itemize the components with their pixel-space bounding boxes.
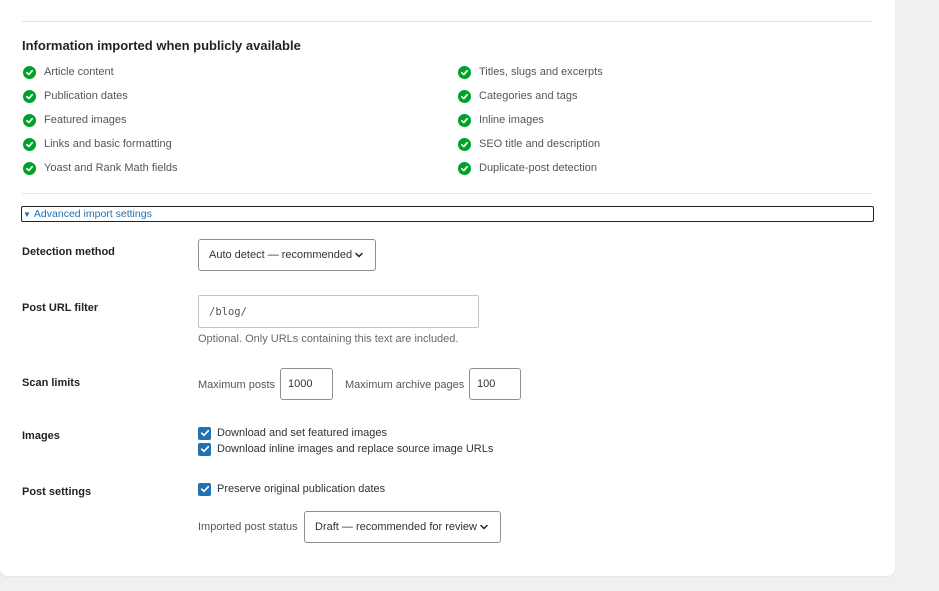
chevron-down-icon: [354, 250, 364, 260]
featured-images-option[interactable]: Download and set featured images: [198, 426, 387, 440]
post-status-select[interactable]: Draft — recommended for review: [304, 511, 501, 543]
feature-label: Titles, slugs and excerpts: [479, 66, 603, 78]
max-archive-pages-value: 100: [477, 378, 496, 390]
scan-limits-label: Scan limits: [22, 377, 81, 389]
chevron-down-icon: [479, 522, 489, 532]
max-posts-input[interactable]: 1000: [280, 368, 333, 400]
images-label: Images: [22, 430, 60, 442]
feature-label: Duplicate-post detection: [479, 162, 598, 174]
post-status-label: Imported post status: [198, 521, 298, 533]
check-circle-icon: [23, 161, 36, 175]
feature-label: Links and basic formatting: [44, 138, 172, 150]
feature-label: Featured images: [44, 114, 127, 126]
feature-item: Publication dates: [23, 88, 128, 104]
feature-item: Duplicate-post detection: [458, 160, 597, 176]
feature-label: Article content: [44, 66, 114, 78]
post-url-filter-input[interactable]: /blog/: [198, 295, 479, 328]
section-title: Information imported when publicly avail…: [22, 38, 301, 53]
post-url-filter-value: /blog/: [209, 305, 247, 318]
feature-item: Categories and tags: [458, 88, 577, 104]
advanced-settings-label: Advanced import settings: [33, 208, 152, 220]
inline-images-option-label: Download inline images and replace sourc…: [217, 443, 494, 455]
post-url-filter-label: Post URL filter: [22, 302, 99, 314]
max-archive-pages-input[interactable]: 100: [469, 368, 521, 400]
detection-method-label: Detection method: [22, 246, 115, 258]
triangle-down-icon: ▼: [23, 209, 31, 219]
feature-item: Links and basic formatting: [23, 136, 172, 152]
post-status-value: Draft — recommended for review: [315, 521, 477, 533]
max-posts-label: Maximum posts: [198, 379, 276, 391]
feature-label: Inline images: [479, 114, 544, 126]
preserve-dates-option[interactable]: Preserve original publication dates: [198, 482, 385, 496]
check-circle-icon: [458, 65, 471, 79]
checkbox-checked-icon[interactable]: [198, 482, 211, 496]
check-circle-icon: [458, 137, 471, 151]
divider: [22, 193, 873, 194]
post-url-filter-help: Optional. Only URLs containing this text…: [198, 333, 459, 345]
check-circle-icon: [458, 89, 471, 103]
inline-images-option[interactable]: Download inline images and replace sourc…: [198, 442, 493, 456]
import-settings-card: [0, 0, 895, 576]
detection-method-select[interactable]: Auto detect — recommended: [198, 239, 376, 271]
feature-label: SEO title and description: [479, 138, 601, 150]
feature-item: Titles, slugs and excerpts: [458, 64, 603, 80]
feature-label: Yoast and Rank Math fields: [44, 162, 178, 174]
featured-images-option-label: Download and set featured images: [217, 427, 387, 439]
check-circle-icon: [458, 161, 471, 175]
feature-item: Inline images: [458, 112, 544, 128]
feature-label: Publication dates: [44, 90, 128, 102]
checkbox-checked-icon[interactable]: [198, 426, 211, 440]
divider: [22, 21, 873, 22]
check-circle-icon: [23, 137, 36, 151]
feature-item: Article content: [23, 64, 114, 80]
checkbox-checked-icon[interactable]: [198, 442, 211, 456]
advanced-settings-toggle[interactable]: ▼ Advanced import settings: [21, 206, 874, 222]
max-posts-value: 1000: [288, 378, 313, 390]
check-circle-icon: [458, 113, 471, 127]
check-circle-icon: [23, 113, 36, 127]
feature-label: Categories and tags: [479, 90, 578, 102]
post-settings-label: Post settings: [22, 486, 92, 498]
preserve-dates-option-label: Preserve original publication dates: [217, 483, 386, 495]
feature-item: Featured images: [23, 112, 127, 128]
check-circle-icon: [23, 89, 36, 103]
max-archive-pages-label: Maximum archive pages: [345, 379, 465, 391]
check-circle-icon: [23, 65, 36, 79]
detection-method-value: Auto detect — recommended: [209, 249, 353, 261]
feature-item: SEO title and description: [458, 136, 600, 152]
feature-item: Yoast and Rank Math fields: [23, 160, 178, 176]
